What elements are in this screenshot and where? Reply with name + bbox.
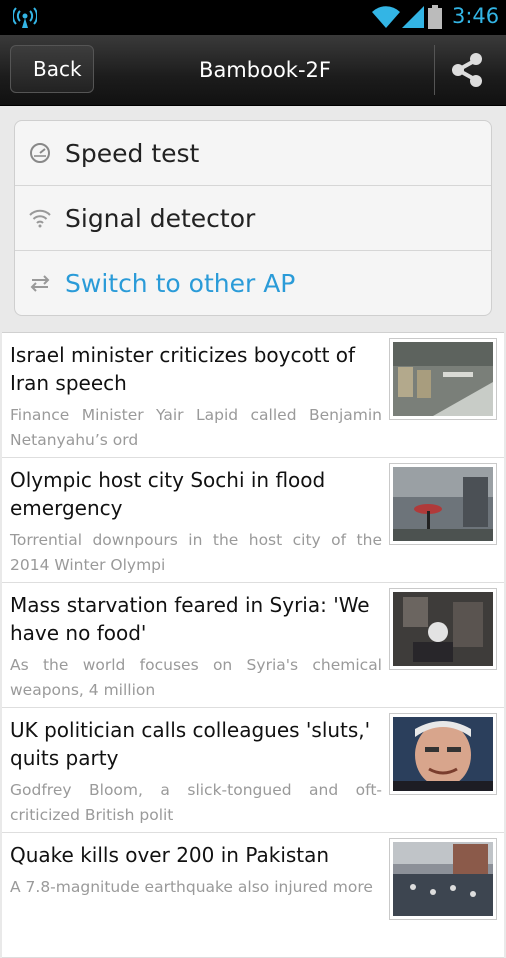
action-bar: Back Bambook-2F bbox=[0, 35, 506, 106]
menu-item-label: Signal detector bbox=[65, 204, 256, 233]
news-headline[interactable]: Mass starvation feared in Syria: 'We hav… bbox=[10, 591, 382, 647]
share-icon[interactable] bbox=[448, 51, 486, 89]
wifi-icon bbox=[29, 209, 51, 228]
news-thumbnail[interactable] bbox=[390, 589, 496, 669]
news-thumbnail[interactable] bbox=[390, 464, 496, 544]
radio-icon bbox=[13, 7, 37, 28]
news-thumbnail[interactable] bbox=[390, 714, 496, 794]
clock: 3:46 bbox=[452, 4, 500, 28]
news-item[interactable]: Quake kills over 200 in Pakistan A 7.8-m… bbox=[2, 833, 504, 958]
news-summary: Finance Minister Yair Lapid called Benja… bbox=[10, 406, 382, 449]
news-item[interactable]: Olympic host city Sochi in flood emergen… bbox=[2, 458, 504, 583]
wifi-icon bbox=[372, 6, 400, 28]
action-bar-divider bbox=[434, 45, 435, 95]
menu-item-speed-test[interactable]: Speed test bbox=[15, 121, 491, 186]
battery-icon bbox=[428, 5, 442, 29]
back-button[interactable]: Back bbox=[10, 45, 94, 93]
news-headline[interactable]: Israel minister criticizes boycott of Ir… bbox=[10, 341, 382, 397]
news-summary: Godfrey Bloom, a slick-tongued and oft-c… bbox=[10, 781, 382, 824]
news-headline[interactable]: Olympic host city Sochi in flood emergen… bbox=[10, 466, 382, 522]
news-thumbnail[interactable] bbox=[390, 839, 496, 919]
menu-item-label: Speed test bbox=[65, 139, 200, 168]
menu-item-signal-detector[interactable]: Signal detector bbox=[15, 186, 491, 251]
page-title: Bambook-2F bbox=[199, 58, 331, 82]
signal-icon bbox=[402, 6, 424, 28]
news-item[interactable]: Israel minister criticizes boycott of Ir… bbox=[2, 333, 504, 458]
news-item[interactable]: Mass starvation feared in Syria: 'We hav… bbox=[2, 583, 504, 708]
swap-arrows-icon bbox=[30, 275, 50, 292]
news-summary: As the world focuses on Syria's chemical… bbox=[10, 656, 382, 699]
news-thumbnail[interactable] bbox=[390, 339, 496, 419]
news-item[interactable]: UK politician calls colleagues 'sluts,' … bbox=[2, 708, 504, 833]
news-headline[interactable]: UK politician calls colleagues 'sluts,' … bbox=[10, 716, 382, 772]
menu-item-label: Switch to other AP bbox=[65, 269, 296, 298]
news-list: Israel minister criticizes boycott of Ir… bbox=[2, 332, 504, 958]
news-headline[interactable]: Quake kills over 200 in Pakistan bbox=[10, 841, 382, 869]
news-summary: A 7.8-magnitude earthquake also injured … bbox=[10, 878, 373, 896]
wifi-tools-menu: Speed test Signal detector Switch to oth… bbox=[14, 120, 492, 316]
status-bar: 3:46 bbox=[0, 0, 506, 35]
menu-item-switch-ap[interactable]: Switch to other AP bbox=[15, 251, 491, 315]
speedometer-icon bbox=[30, 143, 50, 163]
news-summary: Torrential downpours in the host city of… bbox=[10, 531, 382, 574]
